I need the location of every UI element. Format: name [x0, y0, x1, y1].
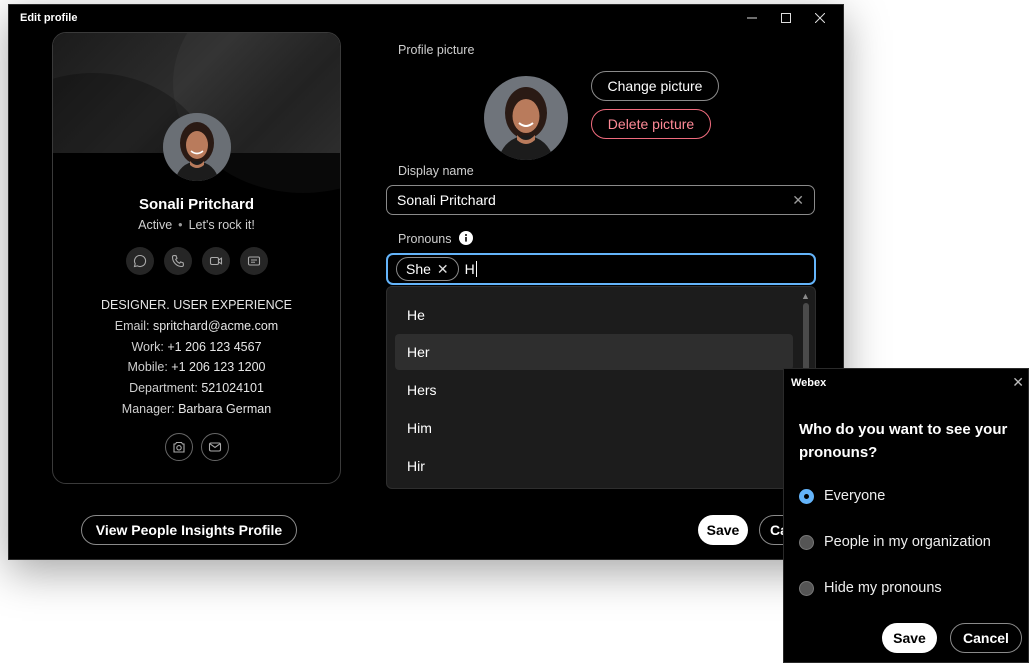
card-action-buttons: [53, 247, 340, 275]
video-call-button[interactable]: [201, 247, 230, 275]
video-icon: [209, 256, 222, 266]
minimize-icon: [747, 17, 757, 19]
dialog-save-button[interactable]: Save: [882, 623, 937, 653]
avatar: [163, 113, 231, 181]
radio-button[interactable]: [799, 534, 814, 550]
contact-card: Sonali Pritchard Active • Let's rock it! D…: [52, 32, 341, 484]
dialog-title: Webex: [791, 377, 827, 389]
message-button[interactable]: [125, 247, 154, 275]
job-title: DESIGNER. USER EXPERIENCE: [100, 298, 292, 312]
profile-picture-label: Profile picture: [398, 43, 475, 57]
work-phone-row: Work: +1 206 123 4567: [131, 339, 262, 354]
pronoun-typed-text: H: [464, 261, 475, 277]
suggestion-item[interactable]: He: [395, 297, 793, 333]
edit-profile-window: Edit profile Sonali Pritchard Active • L…: [8, 4, 844, 560]
manager-row: Manager: Barbara German: [121, 401, 272, 416]
radio-button[interactable]: [799, 580, 814, 596]
visibility-option[interactable]: People in my organization: [799, 534, 991, 550]
profile-picture: [484, 76, 568, 160]
chat-icon: [133, 254, 146, 268]
phone-icon: [171, 254, 184, 268]
mail-icon: [208, 442, 221, 452]
contact-details: DESIGNER. USER EXPERIENCE Email: spritch…: [53, 295, 340, 420]
pronoun-chip: She ✕: [396, 257, 459, 281]
status-message: Let's rock it!: [188, 218, 255, 232]
option-label: People in my organization: [824, 534, 991, 550]
maximize-button[interactable]: [771, 7, 801, 29]
visibility-option[interactable]: Hide my pronouns: [799, 580, 942, 596]
suggestion-item[interactable]: Hir: [395, 448, 793, 484]
call-button[interactable]: [163, 247, 192, 275]
info-icon[interactable]: [459, 231, 473, 245]
close-icon: [815, 13, 825, 23]
pronouns-input[interactable]: She ✕ H: [386, 253, 816, 285]
change-picture-button[interactable]: Change picture: [591, 71, 719, 101]
remove-chip-icon[interactable]: ✕: [437, 261, 449, 278]
department-row: Department: 521024101: [129, 381, 264, 396]
email-row: Email: spritchard@acme.com: [114, 318, 279, 333]
option-label: Everyone: [824, 488, 886, 504]
camera-button[interactable]: [164, 433, 193, 461]
title-bar: Edit profile: [9, 5, 843, 31]
camera-icon: [172, 441, 185, 453]
dialog-cancel-button[interactable]: Cancel: [950, 623, 1022, 653]
close-button[interactable]: [805, 7, 835, 29]
mobile-phone-row: Mobile: +1 206 123 1200: [127, 360, 266, 375]
email-button[interactable]: [200, 433, 229, 461]
suggestion-item[interactable]: Her: [395, 334, 793, 370]
status-text: Active: [138, 218, 173, 232]
display-name-label: Display name: [398, 164, 474, 178]
contact-name: Sonali Pritchard: [138, 196, 255, 213]
maximize-icon: [781, 13, 791, 23]
radio-button[interactable]: [799, 488, 814, 504]
view-insights-button[interactable]: View People Insights Profile: [81, 515, 297, 545]
card-secondary-actions: [53, 433, 340, 461]
display-name-value: Sonali Pritchard: [397, 192, 496, 208]
window-title: Edit profile: [20, 12, 78, 24]
display-name-input[interactable]: Sonali Pritchard ✕: [386, 185, 815, 215]
pronouns-label: Pronouns: [398, 231, 473, 246]
window-controls: [737, 7, 835, 29]
contact-card-button[interactable]: [239, 247, 268, 275]
suggestion-item[interactable]: Hers: [395, 372, 793, 408]
visibility-option[interactable]: Everyone: [799, 488, 885, 504]
option-label: Hide my pronouns: [824, 580, 942, 596]
suggestion-item[interactable]: Him: [395, 410, 793, 446]
dialog-close-icon[interactable]: ✕: [1012, 374, 1024, 391]
clear-icon[interactable]: ✕: [792, 192, 804, 209]
pronoun-visibility-dialog: Webex ✕ Who do you want to see your pron…: [783, 368, 1029, 663]
contact-status: Active • Let's rock it!: [138, 218, 255, 232]
dialog-question: Who do you want to see your pronouns?: [799, 421, 1008, 461]
minimize-button[interactable]: [737, 7, 767, 29]
delete-picture-button[interactable]: Delete picture: [591, 109, 711, 139]
pronoun-suggestions: HeHerHersHimHir ▲ ▼: [386, 286, 816, 489]
save-button[interactable]: Save: [698, 515, 748, 545]
id-card-icon: [247, 256, 260, 266]
scroll-up-icon[interactable]: ▲: [801, 291, 810, 301]
